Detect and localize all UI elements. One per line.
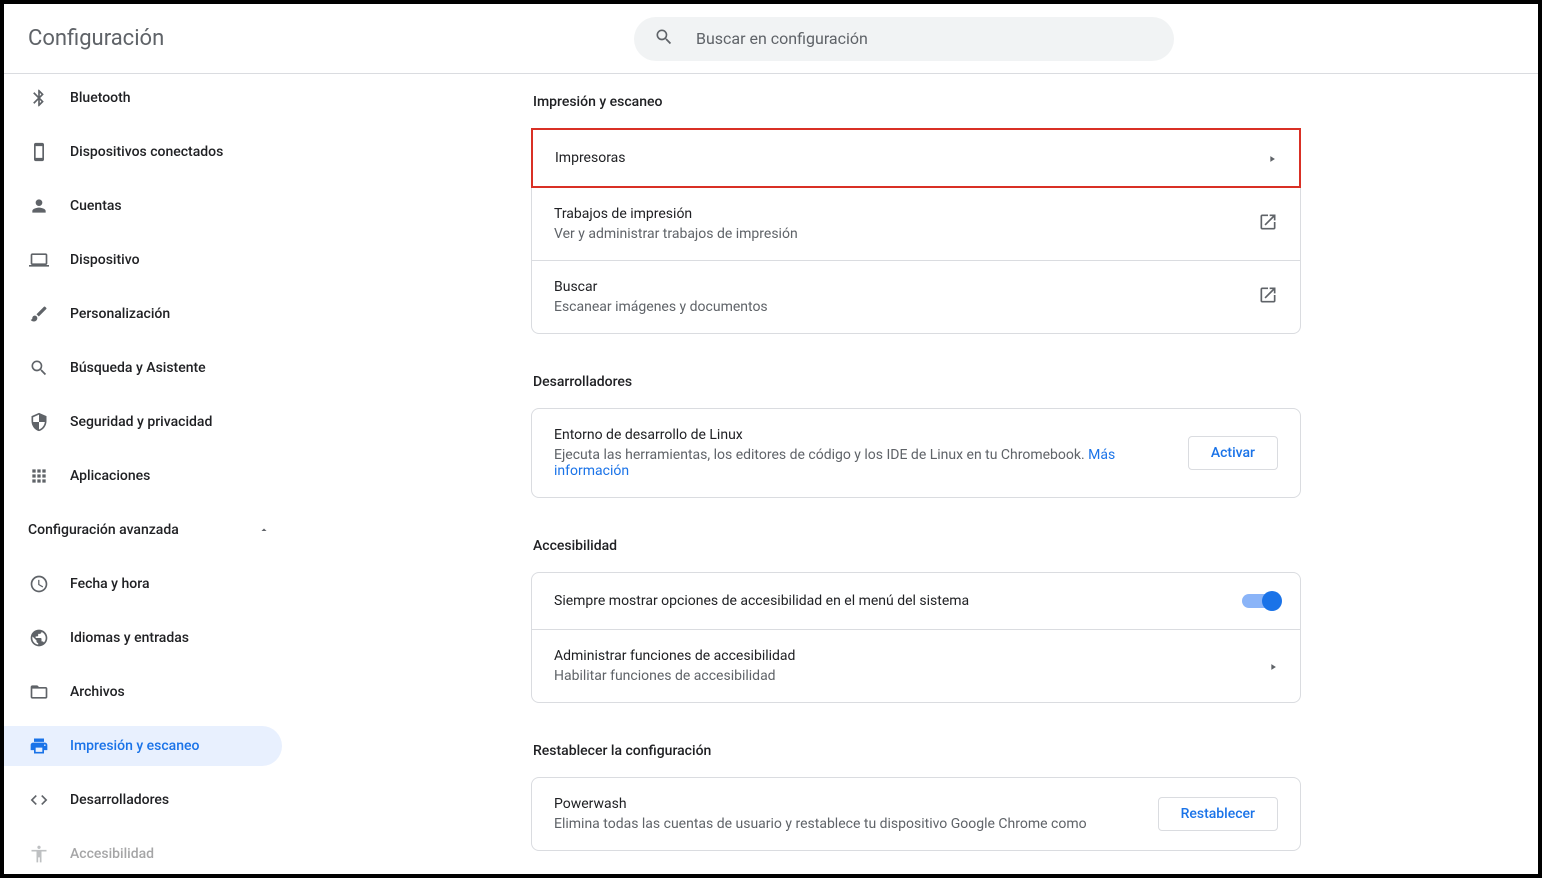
sidebar-item-bluetooth[interactable]: Bluetooth <box>4 78 282 118</box>
search-input[interactable] <box>696 29 1154 48</box>
sidebar-item-connected-devices[interactable]: Dispositivos conectados <box>4 132 282 172</box>
section-title-reset: Restablecer la configuración <box>531 743 1301 759</box>
main-content: Impresión y escaneo Impresoras Trabajos … <box>294 74 1538 874</box>
a11y-toggle[interactable] <box>1242 594 1278 608</box>
globe-icon <box>28 627 50 649</box>
search-icon <box>654 27 696 51</box>
sidebar-item-label: Cuentas <box>70 198 122 214</box>
reset-button[interactable]: Restablecer <box>1158 797 1278 831</box>
sidebar-item-label: Dispositivo <box>70 252 140 268</box>
print-jobs-row[interactable]: Trabajos de impresión Ver y administrar … <box>532 188 1300 260</box>
scan-title: Buscar <box>554 279 1258 295</box>
clock-icon <box>28 573 50 595</box>
laptop-icon <box>28 249 50 271</box>
sidebar-item-label: Desarrolladores <box>70 792 169 808</box>
section-title-print: Impresión y escaneo <box>531 94 1301 110</box>
sidebar-item-label: Idiomas y entradas <box>70 630 189 646</box>
a11y-always-show-row[interactable]: Siempre mostrar opciones de accesibilida… <box>532 573 1300 629</box>
a11y-manage-row[interactable]: Administrar funciones de accesibilidad H… <box>532 629 1300 702</box>
a11y-card: Siempre mostrar opciones de accesibilida… <box>531 572 1301 703</box>
activate-button[interactable]: Activar <box>1188 436 1278 470</box>
sidebar-item-languages[interactable]: Idiomas y entradas <box>4 618 282 658</box>
scan-sub: Escanear imágenes y documentos <box>554 299 1258 315</box>
printers-label: Impresoras <box>555 150 1267 166</box>
sidebar-item-label: Impresión y escaneo <box>70 738 199 754</box>
printers-row[interactable]: Impresoras <box>533 130 1299 186</box>
chevron-right-icon <box>1267 149 1277 168</box>
sidebar-item-applications[interactable]: Aplicaciones <box>4 456 282 496</box>
sidebar-item-developers[interactable]: Desarrolladores <box>4 780 282 820</box>
powerwash-row: Powerwash Elimina todas las cuentas de u… <box>532 778 1300 850</box>
sidebar-item-label: Fecha y hora <box>70 576 150 592</box>
sidebar-advanced-label: Configuración avanzada <box>28 522 179 538</box>
sidebar-item-security-privacy[interactable]: Seguridad y privacidad <box>4 402 282 442</box>
search-icon <box>28 357 50 379</box>
person-icon <box>28 195 50 217</box>
open-external-icon <box>1258 212 1278 236</box>
sidebar-item-device[interactable]: Dispositivo <box>4 240 282 280</box>
section-title-dev: Desarrolladores <box>531 374 1301 390</box>
printers-row-card: Impresoras <box>531 128 1301 188</box>
folder-icon <box>28 681 50 703</box>
linux-title: Entorno de desarrollo de Linux <box>554 427 1172 443</box>
sidebar-item-label: Archivos <box>70 684 125 700</box>
powerwash-title: Powerwash <box>554 796 1142 812</box>
chevron-up-icon <box>258 521 270 540</box>
header: Configuración <box>4 4 1538 74</box>
linux-row: Entorno de desarrollo de Linux Ejecuta l… <box>532 409 1300 497</box>
sidebar-item-personalization[interactable]: Personalización <box>4 294 282 334</box>
shield-icon <box>28 411 50 433</box>
page-title: Configuración <box>28 26 164 51</box>
toggle-knob <box>1262 591 1282 611</box>
bluetooth-icon <box>28 87 50 109</box>
sidebar-item-label: Accesibilidad <box>70 846 154 862</box>
reset-card: Powerwash Elimina todas las cuentas de u… <box>531 777 1301 851</box>
accessibility-icon <box>28 843 50 865</box>
a11y-manage-title: Administrar funciones de accesibilidad <box>554 648 1268 664</box>
dev-card: Entorno de desarrollo de Linux Ejecuta l… <box>531 408 1301 498</box>
print-card-rest: Trabajos de impresión Ver y administrar … <box>531 188 1301 334</box>
phone-icon <box>28 141 50 163</box>
sidebar-item-label: Búsqueda y Asistente <box>70 360 206 376</box>
open-external-icon <box>1258 285 1278 309</box>
print-icon <box>28 735 50 757</box>
a11y-manage-sub: Habilitar funciones de accesibilidad <box>554 668 1268 684</box>
chevron-right-icon <box>1268 657 1278 676</box>
section-title-a11y: Accesibilidad <box>531 538 1301 554</box>
sidebar-item-accessibility[interactable]: Accesibilidad <box>4 834 282 874</box>
sidebar-item-datetime[interactable]: Fecha y hora <box>4 564 282 604</box>
sidebar: Bluetooth Dispositivos conectados Cuenta… <box>4 74 294 874</box>
linux-sub: Ejecuta las herramientas, los editores d… <box>554 447 1172 479</box>
sidebar-item-print-scan[interactable]: Impresión y escaneo <box>4 726 282 766</box>
print-jobs-title: Trabajos de impresión <box>554 206 1258 222</box>
print-jobs-sub: Ver y administrar trabajos de impresión <box>554 226 1258 242</box>
code-icon <box>28 789 50 811</box>
sidebar-item-accounts[interactable]: Cuentas <box>4 186 282 226</box>
sidebar-item-label: Bluetooth <box>70 90 131 106</box>
sidebar-item-label: Seguridad y privacidad <box>70 414 212 430</box>
sidebar-item-search-assistant[interactable]: Búsqueda y Asistente <box>4 348 282 388</box>
sidebar-item-label: Dispositivos conectados <box>70 144 223 160</box>
sidebar-advanced-toggle[interactable]: Configuración avanzada <box>4 510 294 550</box>
search-box[interactable] <box>634 17 1174 61</box>
brush-icon <box>28 303 50 325</box>
apps-icon <box>28 465 50 487</box>
sidebar-item-label: Personalización <box>70 306 170 322</box>
sidebar-item-label: Aplicaciones <box>70 468 150 484</box>
powerwash-sub: Elimina todas las cuentas de usuario y r… <box>554 816 1142 832</box>
scan-row[interactable]: Buscar Escanear imágenes y documentos <box>532 260 1300 333</box>
a11y-always-show-label: Siempre mostrar opciones de accesibilida… <box>554 593 1242 609</box>
sidebar-item-files[interactable]: Archivos <box>4 672 282 712</box>
